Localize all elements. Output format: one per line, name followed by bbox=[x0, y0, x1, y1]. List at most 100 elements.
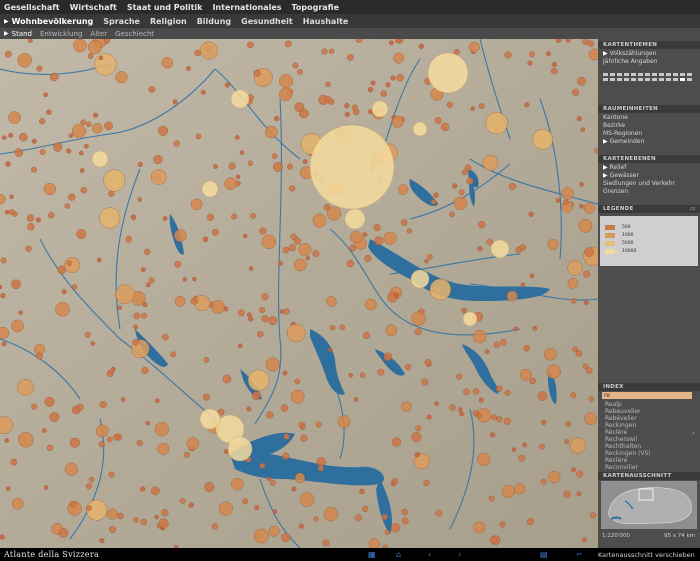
population-bubble bbox=[0, 534, 5, 540]
raumeinheiten-header: RAUMEINHEITEN bbox=[598, 105, 700, 113]
layer-gewaesser[interactable]: ▶ Gewässer bbox=[603, 172, 639, 180]
next-icon[interactable]: › bbox=[458, 550, 461, 559]
prev-icon[interactable]: ‹ bbox=[428, 550, 431, 559]
population-bubble bbox=[185, 66, 191, 72]
index-item[interactable]: Realp bbox=[605, 401, 622, 408]
population-bubble bbox=[140, 312, 147, 319]
population-bubble bbox=[544, 347, 557, 361]
raumeinheit-gemeinden[interactable]: ▶ Gemeinden bbox=[603, 138, 644, 146]
population-bubble bbox=[87, 40, 102, 55]
population-bubble bbox=[519, 244, 527, 251]
legend-label: 5000 bbox=[622, 241, 634, 246]
population-bubble bbox=[72, 124, 86, 139]
kartenthemen-item-volkszaehlungen[interactable]: ▶ Volkszählungen bbox=[603, 50, 656, 58]
population-bubble bbox=[145, 420, 150, 426]
kartenthemen-item-jaehrliche-angaben[interactable]: Jährliche Angaben bbox=[603, 58, 657, 66]
tab-stand[interactable]: Stand bbox=[12, 30, 32, 38]
population-bubble bbox=[565, 421, 571, 427]
menu-wirtschaft[interactable]: Wirtschaft bbox=[70, 3, 117, 12]
population-bubble bbox=[476, 412, 482, 419]
population-bubble bbox=[259, 462, 266, 469]
population-bubble bbox=[299, 108, 309, 119]
menu-staat-und-politik[interactable]: Staat und Politik bbox=[127, 3, 203, 12]
population-bubble bbox=[582, 39, 589, 45]
population-bubble bbox=[385, 82, 391, 88]
raumeinheit-ms-regionen[interactable]: MS-Regionen bbox=[603, 130, 642, 138]
population-bubble bbox=[64, 203, 71, 209]
population-bubble bbox=[434, 117, 442, 124]
menu-sprache[interactable]: Sprache bbox=[103, 17, 140, 26]
population-bubble bbox=[186, 437, 200, 450]
tab-entwicklung[interactable]: Entwicklung bbox=[40, 30, 82, 38]
population-bubble bbox=[583, 270, 591, 278]
population-bubble bbox=[141, 366, 149, 375]
layer-grenzen[interactable]: Grenzen bbox=[603, 188, 628, 196]
index-item[interactable]: Rebeuvelier bbox=[605, 408, 641, 415]
index-item[interactable]: Réclère bbox=[605, 457, 627, 464]
map-svg bbox=[0, 39, 598, 548]
population-bubble bbox=[99, 401, 107, 409]
population-bubble bbox=[108, 471, 115, 478]
overview-map-svg bbox=[608, 487, 692, 525]
menu-topografie[interactable]: Topografie bbox=[292, 3, 340, 12]
population-bubble bbox=[27, 39, 33, 43]
population-bubble bbox=[313, 516, 319, 522]
population-bubble bbox=[427, 254, 433, 260]
index-item[interactable]: Reconvilier bbox=[605, 464, 638, 471]
population-bubble bbox=[43, 485, 49, 490]
menu-haushalte[interactable]: Haushalte bbox=[303, 17, 349, 26]
population-bubble bbox=[140, 486, 146, 492]
population-bubble bbox=[85, 483, 93, 490]
population-bubble bbox=[415, 425, 422, 432]
population-bubble bbox=[150, 486, 160, 496]
tab-geschlecht[interactable]: Geschlecht bbox=[115, 30, 154, 38]
index-item[interactable]: Rechthalten bbox=[605, 443, 641, 450]
population-bubble bbox=[586, 367, 593, 374]
population-bubble bbox=[329, 324, 336, 331]
layer-siedlungen-und-verkehr[interactable]: Siedlungen und Verkehr bbox=[603, 180, 675, 188]
grid-icon[interactable]: ▦ bbox=[368, 550, 376, 559]
map-canvas[interactable] bbox=[0, 39, 598, 548]
population-bubble bbox=[278, 261, 283, 266]
menu-wohnbevoelkerung[interactable]: Wohnbevölkerung bbox=[12, 17, 94, 26]
population-bubble bbox=[206, 213, 214, 221]
menu-gesellschaft[interactable]: Gesellschaft bbox=[4, 3, 60, 12]
index-item[interactable]: Recherswil bbox=[605, 436, 637, 443]
overview-map[interactable] bbox=[601, 481, 697, 529]
population-bubble bbox=[349, 230, 363, 244]
population-bubble bbox=[503, 417, 511, 425]
population-bubble bbox=[477, 452, 491, 466]
population-bubble bbox=[211, 300, 225, 314]
raumeinheit-bezirke[interactable]: Bezirke bbox=[603, 122, 625, 130]
help-icon[interactable]: ⌐ bbox=[576, 550, 583, 559]
raumeinheit-kantone[interactable]: Kantone bbox=[603, 114, 628, 122]
population-bubble bbox=[411, 432, 422, 443]
index-item[interactable]: Réclère bbox=[605, 429, 627, 436]
print-icon[interactable]: ▤ bbox=[540, 550, 548, 559]
population-bubble bbox=[69, 437, 80, 448]
menu-religion[interactable]: Religion bbox=[150, 17, 187, 26]
layer-relief[interactable]: ▶ Relief bbox=[603, 164, 626, 172]
city-bubble bbox=[412, 121, 428, 137]
legend-label: 1000 bbox=[622, 233, 634, 238]
population-bubble bbox=[279, 309, 285, 314]
tab-alter[interactable]: Alter bbox=[90, 30, 107, 38]
menu-internationales[interactable]: Internationales bbox=[212, 3, 281, 12]
population-bubble bbox=[391, 115, 404, 128]
population-bubble bbox=[563, 490, 571, 498]
population-bubble bbox=[383, 352, 393, 362]
scroll-arrow-icon[interactable]: › bbox=[692, 429, 695, 437]
menu-bildung[interactable]: Bildung bbox=[197, 17, 231, 26]
population-bubble bbox=[373, 224, 381, 232]
index-search-input[interactable] bbox=[602, 392, 692, 399]
home-icon[interactable]: ⌂ bbox=[396, 550, 401, 559]
population-bubble bbox=[323, 507, 339, 522]
index-item[interactable]: Reckingen (VS) bbox=[605, 450, 651, 457]
index-item[interactable]: Reckingen bbox=[605, 422, 636, 429]
city-bubble bbox=[199, 408, 221, 430]
population-bubble bbox=[204, 482, 215, 493]
index-item[interactable]: Rebévelier bbox=[605, 415, 637, 422]
year-selector[interactable] bbox=[603, 69, 695, 87]
collapse-icon[interactable]: ▭ bbox=[690, 205, 696, 212]
menu-gesundheit[interactable]: Gesundheit bbox=[241, 17, 293, 26]
